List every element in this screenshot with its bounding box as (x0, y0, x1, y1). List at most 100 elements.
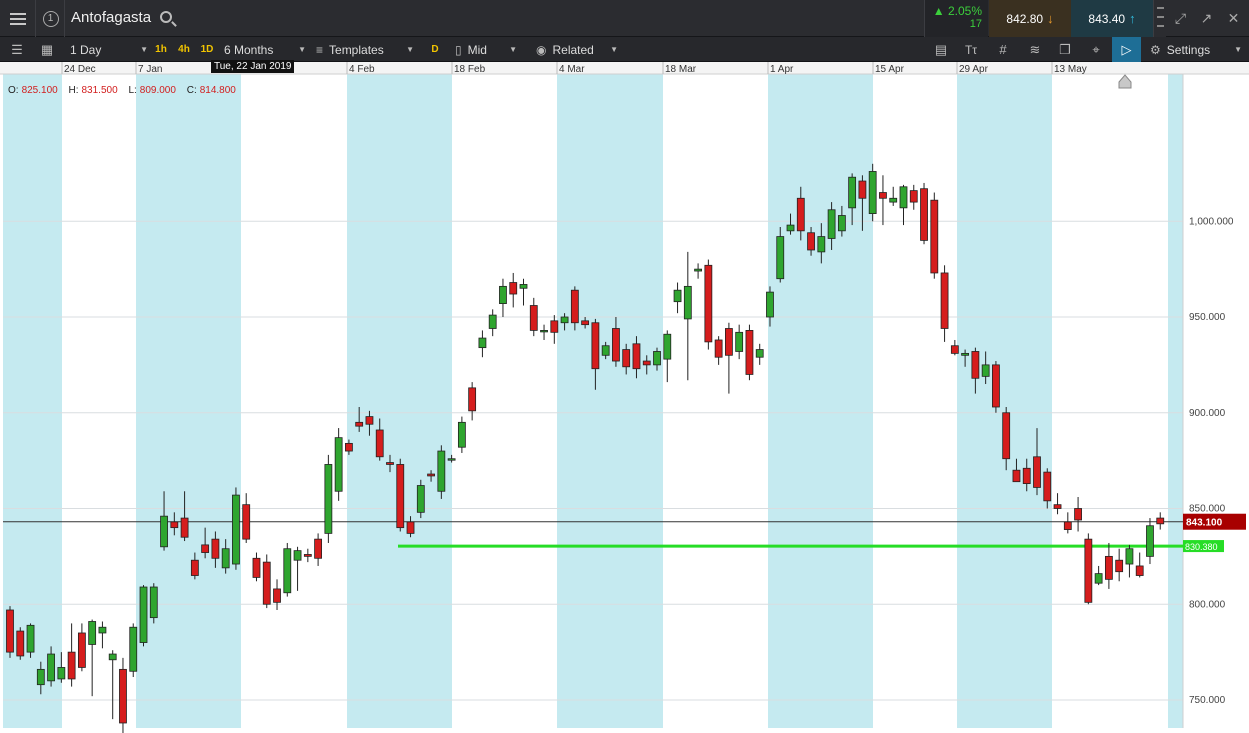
candle-body (26, 624, 35, 653)
candle-body (1002, 412, 1011, 460)
crosshair-icon[interactable]: ⌖ (1083, 37, 1109, 62)
interval-dropdown[interactable]: 1 Day ▼ (70, 37, 148, 62)
candle-body (683, 285, 692, 320)
period-band (557, 74, 663, 728)
candle-body (971, 351, 980, 379)
interval-1h-button[interactable]: 1h (150, 37, 172, 62)
y-tick-label: 900.000 (1189, 408, 1226, 419)
info-icon[interactable]: 1 (37, 0, 65, 37)
candle-body (108, 653, 117, 661)
candle-body (992, 364, 1000, 408)
candle-body (673, 289, 682, 303)
open-label: O: (8, 85, 19, 96)
indicators-icon[interactable]: ▤ (928, 37, 954, 62)
candle-body (550, 320, 559, 333)
candle-body (694, 268, 702, 272)
drawing-tools-icon[interactable]: ≋ (1022, 37, 1048, 62)
change-absolute: 17 (969, 18, 982, 30)
price-type-dropdown[interactable]: ▯ Mid ▼ (455, 37, 517, 62)
candle-body (149, 586, 158, 619)
candle-body (129, 626, 138, 672)
candle-body (345, 442, 353, 452)
candle-body (1156, 517, 1165, 525)
candle-body (262, 561, 271, 605)
y-tick-label: 1,000.000 (1189, 216, 1234, 227)
candle-body (1022, 467, 1031, 485)
y-tick-label: 950.000 (1189, 312, 1226, 323)
search-icon[interactable] (160, 11, 172, 23)
related-label: Related (552, 42, 594, 57)
candle-body (1146, 525, 1154, 557)
close-icon[interactable]: ✕ (1220, 0, 1247, 37)
x-tick-label: 4 Feb (349, 64, 375, 75)
interval-1d-button[interactable]: 1D (196, 37, 218, 62)
d-button[interactable]: D (424, 37, 446, 62)
caret-down-icon: ▼ (298, 45, 306, 54)
candle-body (519, 284, 528, 289)
candle-body (1094, 573, 1103, 584)
panel-grip-icon[interactable] (1153, 0, 1166, 37)
candle-body (560, 316, 569, 324)
candle-body (879, 192, 887, 199)
candle-body (447, 458, 456, 461)
hamburger-menu-icon[interactable] (0, 0, 36, 37)
candlestick-chart[interactable]: 24 Dec 7 Jan 4 Feb 18 Feb 4 Mar 18 Mar 1 Apr 15… (0, 62, 1249, 733)
candle-body (375, 429, 384, 458)
candle-body (365, 416, 374, 425)
candle-body (396, 464, 405, 529)
close-label: C: (186, 85, 197, 96)
change-percent: ▲ 2.05% (932, 4, 982, 18)
popout-icon[interactable]: ↗ (1193, 0, 1220, 37)
y-tick-label: 750.000 (1189, 695, 1226, 706)
candle-body (601, 345, 610, 356)
candle-body (1063, 521, 1072, 530)
tag-icon[interactable]: ▷ (1112, 37, 1141, 62)
candle-body (704, 264, 713, 343)
candle-body (622, 349, 631, 368)
candle-body (406, 521, 415, 534)
instrument-name[interactable]: Antofagasta (71, 9, 151, 26)
candle-body (232, 494, 240, 565)
y-tick-label: 850.000 (1189, 504, 1226, 515)
candle-body (632, 343, 641, 370)
candle-body (909, 190, 918, 203)
candle-body (242, 504, 251, 540)
candle-body (1074, 508, 1082, 521)
related-dropdown[interactable]: ◉ Related ▼ (536, 37, 618, 62)
settings-dropdown[interactable]: ⚙ Settings ▼ (1150, 37, 1242, 62)
range-label: 6 Months (224, 42, 274, 57)
buy-price-button[interactable]: 843.40 ↑ (1071, 0, 1153, 37)
interval-4h-button[interactable]: 4h (173, 37, 195, 62)
expand-icon[interactable]: ⤢ (1167, 0, 1194, 37)
sell-price-button[interactable]: 842.80 ↓ (989, 0, 1071, 37)
candle-body (201, 544, 210, 553)
grid-icon[interactable]: # (990, 37, 1016, 62)
candle-body (160, 515, 168, 548)
high-value: 831.500 (81, 85, 118, 96)
high-label: H: (68, 85, 79, 96)
text-tool-icon[interactable]: Tτ (958, 37, 984, 62)
candle-body (190, 559, 199, 576)
templates-dropdown[interactable]: ≡ Templates ▼ (316, 37, 414, 62)
list-icon[interactable]: ☰ (4, 37, 30, 62)
layout-icon[interactable]: ▦ (34, 37, 60, 62)
candle-body (930, 199, 939, 274)
title-bar: 1 Antofagasta ▲ 2.05% 17 842.80 ↓ 843.40… (0, 0, 1249, 37)
settings-label: Settings (1166, 42, 1211, 57)
candle-type-icon: ▯ (455, 42, 462, 57)
candle-body (180, 517, 189, 538)
x-tick-label: 13 May (1054, 64, 1087, 75)
period-band (768, 74, 873, 728)
candle-body (663, 333, 672, 360)
chart-area[interactable]: 24 Dec 7 Jan 4 Feb 18 Feb 4 Mar 18 Mar 1 Apr 15… (0, 60, 1249, 733)
gear-icon: ⚙ (1150, 42, 1161, 57)
period-band (957, 74, 1052, 728)
candle-body (67, 651, 76, 680)
candle-body (714, 339, 723, 358)
layers-icon[interactable]: ❐ (1052, 37, 1078, 62)
candle-body (735, 331, 744, 352)
range-dropdown[interactable]: 6 Months ▼ (224, 37, 306, 62)
candle-body (837, 215, 846, 232)
candle-body (355, 421, 364, 427)
candle-body (437, 450, 446, 492)
